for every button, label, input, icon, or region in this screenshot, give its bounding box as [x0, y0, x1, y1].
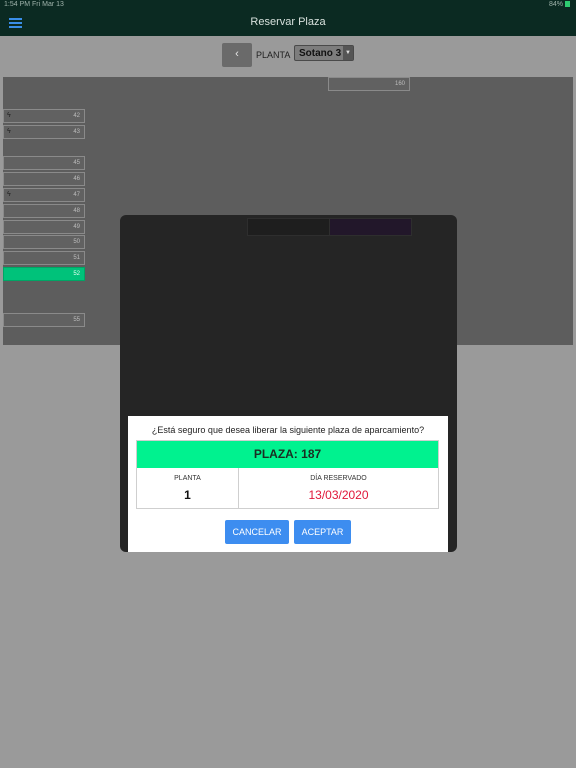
nav-bar: Reservar Plaza: [0, 10, 576, 36]
previous-floor-button[interactable]: ‹: [222, 43, 252, 67]
parking-spot-50[interactable]: 50: [3, 235, 85, 249]
cancel-button[interactable]: CANCELAR: [225, 520, 289, 544]
reservation-info: PLAZA: 187 PLANTA 1 DÍA RESERVADO 13/03/…: [136, 440, 439, 509]
parking-spot-51[interactable]: 51: [3, 251, 85, 265]
parking-spot-52[interactable]: 52: [3, 267, 85, 281]
reserved-day-value: 13/03/2020: [308, 488, 369, 502]
accept-button[interactable]: ACEPTAR: [294, 520, 351, 544]
reserved-day-label: DÍA RESERVADO: [310, 475, 367, 482]
parking-spot-49[interactable]: 49: [3, 220, 85, 234]
obscured-spot: [247, 218, 330, 236]
dialog-question: ¿Está seguro que desea liberar la siguie…: [151, 425, 425, 435]
planta-label: PLANTA: [174, 475, 201, 482]
planta-column: PLANTA 1: [137, 468, 239, 508]
chevron-down-icon: ▼: [343, 46, 353, 60]
parking-spot-47[interactable]: ϟ 47: [3, 188, 85, 202]
plaza-number: PLAZA: 187: [137, 441, 438, 468]
obscured-spot: [329, 218, 412, 236]
parking-spot-42[interactable]: ϟ 42: [3, 109, 85, 123]
floor-label: PLANTA: [256, 50, 291, 60]
reserved-day-column: DÍA RESERVADO 13/03/2020: [239, 468, 438, 508]
parking-spot-48[interactable]: 48: [3, 204, 85, 218]
status-time: 1:54 PM Fri Mar 13: [4, 1, 64, 8]
floor-dropdown-value: Sotano 3: [299, 48, 342, 59]
status-battery: 84%: [549, 1, 570, 8]
page-title: Reservar Plaza: [250, 16, 326, 28]
electric-charge-icon: ϟ: [7, 112, 11, 119]
floor-dropdown[interactable]: Sotano 3 ▼: [294, 45, 354, 61]
battery-icon: [565, 1, 570, 7]
parking-spot-46[interactable]: 46: [3, 172, 85, 186]
planta-value: 1: [184, 488, 191, 502]
parking-spot-160[interactable]: 160: [328, 77, 410, 91]
parking-spot-43[interactable]: ϟ 43: [3, 125, 85, 139]
electric-charge-icon: ϟ: [7, 128, 11, 135]
status-bar: 1:54 PM Fri Mar 13 84%: [0, 0, 576, 10]
parking-spot-45[interactable]: 45: [3, 156, 85, 170]
parking-spot-55[interactable]: 55: [3, 313, 85, 327]
release-confirmation-dialog: ¿Está seguro que desea liberar la siguie…: [128, 416, 448, 552]
electric-charge-icon: ϟ: [7, 191, 11, 198]
